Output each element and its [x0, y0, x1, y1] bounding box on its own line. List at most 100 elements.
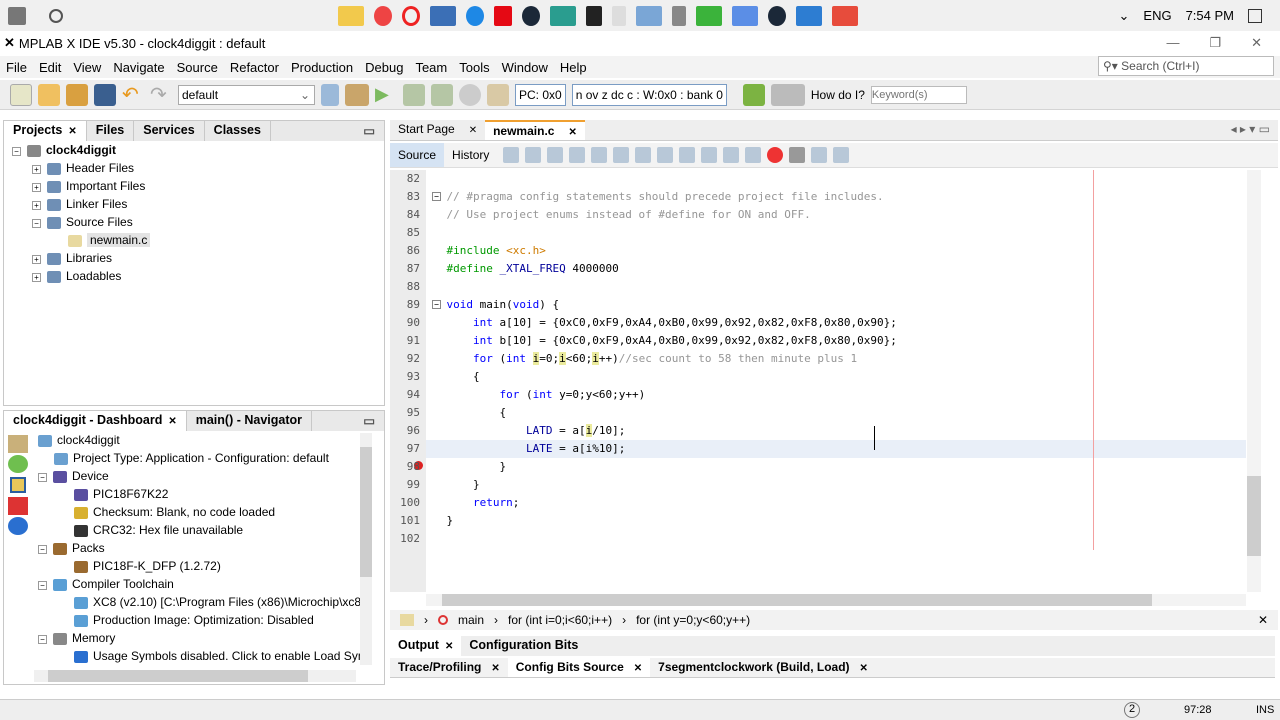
dashboard-tree-item[interactable]: PIC18F-K_DFP (1.2.72)	[34, 557, 366, 575]
properties-icon[interactable]	[8, 435, 28, 453]
dashboard-tree-item[interactable]: CRC32: Hex file unavailable	[34, 521, 366, 539]
notifications-icon[interactable]	[1248, 8, 1262, 23]
opera-icon[interactable]	[402, 5, 420, 26]
menu-team[interactable]: Team	[409, 60, 453, 75]
chrome-icon[interactable]	[374, 5, 392, 26]
menu-window[interactable]: Window	[496, 60, 554, 75]
dashboard-tree-item[interactable]: Data 3,862 (0xF16) bytes	[34, 665, 366, 669]
fold-icon[interactable]: −	[432, 300, 441, 309]
expand-icon[interactable]: +	[32, 165, 41, 174]
close-icon[interactable]: ✕	[1258, 613, 1278, 627]
help-icon[interactable]	[8, 517, 28, 535]
dashboard-tree-item[interactable]: − Memory	[34, 629, 366, 647]
configuration-select[interactable]: default ⌄	[178, 84, 315, 105]
undo-icon[interactable]: ↶	[122, 84, 144, 106]
output-subtab[interactable]: Config Bits Source ✕	[507, 658, 651, 677]
menu-edit[interactable]: Edit	[33, 60, 67, 75]
collapse-icon[interactable]: −	[38, 545, 47, 554]
start-macro-icon[interactable]	[767, 147, 784, 163]
toggle-highlight-icon[interactable]	[635, 147, 652, 163]
toggle-bookmark-icon[interactable]	[657, 147, 674, 163]
tab-projects[interactable]: Projects ✕	[4, 121, 87, 141]
comment-icon[interactable]	[811, 147, 828, 163]
make-upload-icon[interactable]	[431, 83, 453, 106]
source-mode-button[interactable]: Source	[390, 143, 445, 167]
steam-icon[interactable]	[522, 5, 540, 26]
keyword-input[interactable]	[870, 85, 967, 104]
capcut-icon[interactable]	[586, 5, 602, 26]
output-subtab[interactable]: 7segmentclockwork (Build, Load) ✕	[650, 658, 876, 677]
tab-navigation-icons[interactable]: ◂ ▸ ▾ ▭	[1223, 120, 1278, 140]
netflix-icon[interactable]	[494, 5, 512, 26]
close-icon[interactable]: ✕	[68, 126, 76, 137]
clock[interactable]: 7:54 PM	[1186, 8, 1234, 23]
previous-bookmark-icon[interactable]	[679, 147, 696, 163]
dashboard-tree-item[interactable]: Usage Symbols disabled. Click to enable …	[34, 647, 366, 665]
app-icon[interactable]	[732, 5, 758, 26]
tab-files[interactable]: Files	[87, 121, 135, 141]
dashboard-tree-item[interactable]: XC8 (v2.10) [C:\Program Files (x86)\Micr…	[34, 593, 366, 611]
history-mode-button[interactable]: History	[444, 143, 497, 167]
expand-icon[interactable]: +	[32, 201, 41, 210]
windows-start-icon[interactable]	[8, 6, 26, 25]
menu-source[interactable]: Source	[171, 60, 224, 75]
app-icon[interactable]	[832, 5, 858, 26]
app-icon[interactable]	[550, 5, 576, 26]
close-icon[interactable]: ✕	[568, 127, 576, 138]
program-device-icon[interactable]	[487, 83, 509, 106]
menu-file[interactable]: File	[0, 60, 33, 75]
minimize-panel-icon[interactable]: ▭	[354, 411, 384, 431]
output-subtab[interactable]: Trace/Profiling ✕	[390, 658, 508, 677]
back-icon[interactable]	[525, 147, 542, 163]
find-icon[interactable]	[569, 147, 586, 163]
dashboard-tree-item[interactable]: clock4diggit	[34, 431, 366, 449]
open-project-icon[interactable]	[66, 83, 88, 106]
maximize-button[interactable]: ❐	[1209, 35, 1221, 51]
editor-horizontal-scrollbar[interactable]	[426, 594, 1246, 606]
collapse-icon[interactable]: −	[32, 219, 41, 228]
tree-item[interactable]: − clock4diggit	[12, 141, 384, 159]
minimize-button[interactable]: —	[1166, 35, 1179, 51]
close-button[interactable]: ✕	[1251, 35, 1262, 51]
breadcrumb-item[interactable]: main	[458, 613, 484, 627]
new-project-icon[interactable]	[38, 83, 60, 106]
chip-icon[interactable]	[10, 477, 26, 493]
file-explorer-icon[interactable]	[338, 5, 364, 26]
menu-help[interactable]: Help	[554, 60, 593, 75]
collapse-icon[interactable]: −	[38, 581, 47, 590]
app-icon[interactable]	[796, 5, 822, 26]
save-all-icon[interactable]	[94, 83, 116, 106]
collapse-icon[interactable]: −	[38, 473, 47, 482]
pdf-icon[interactable]	[8, 497, 28, 515]
tab-configuration-bits[interactable]: Configuration Bits	[461, 636, 586, 656]
find-next-icon[interactable]	[613, 147, 630, 163]
dashboard-tree-item[interactable]: − Compiler Toolchain	[34, 575, 366, 593]
dashboard-tree-item[interactable]: − Packs	[34, 539, 366, 557]
new-file-icon[interactable]	[10, 83, 32, 106]
tab-newmain-c[interactable]: newmain.c ✕	[485, 120, 585, 140]
last-edit-icon[interactable]	[503, 147, 520, 163]
stop-macro-icon[interactable]	[789, 147, 806, 163]
expand-icon[interactable]: +	[32, 183, 41, 192]
tab-output[interactable]: Output ✕	[390, 636, 462, 656]
close-icon[interactable]: ✕	[634, 663, 642, 674]
redo-icon[interactable]: ↷	[150, 84, 172, 106]
breadcrumb-item[interactable]: for (int y=0;y<60;y++)	[636, 613, 750, 627]
close-icon[interactable]: ✕	[860, 663, 868, 674]
code-editor[interactable]: 82 83 // #pragma config statements shoul…	[390, 170, 1263, 592]
output-area[interactable]	[390, 679, 1275, 698]
tree-item[interactable]: + Linker Files	[12, 195, 384, 213]
menu-tools[interactable]: Tools	[453, 60, 495, 75]
build-icon[interactable]	[321, 83, 339, 106]
expand-icon[interactable]: +	[32, 273, 41, 282]
reset-icon[interactable]	[459, 83, 481, 106]
refresh-icon[interactable]	[8, 455, 28, 473]
tab-dashboard[interactable]: clock4diggit - Dashboard ✕	[4, 411, 187, 431]
next-bookmark-icon[interactable]	[701, 147, 718, 163]
find-previous-icon[interactable]	[591, 147, 608, 163]
close-icon[interactable]: ✕	[168, 416, 176, 427]
menu-production[interactable]: Production	[285, 60, 359, 75]
notifications-badge[interactable]: 2	[1124, 702, 1140, 718]
calculator-icon[interactable]	[672, 5, 686, 26]
dashboard-tree-item[interactable]: − Device	[34, 467, 366, 485]
